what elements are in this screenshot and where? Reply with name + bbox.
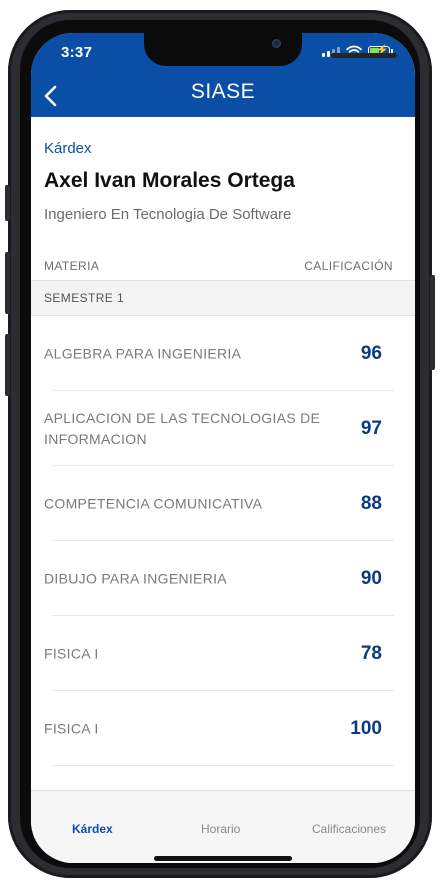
silent-switch <box>5 185 10 221</box>
column-header-subject: MATERIA <box>44 259 100 273</box>
grade-row[interactable]: FISICA I 100 <box>31 691 415 766</box>
camera-icon <box>272 39 281 48</box>
grade-value: 96 <box>360 342 382 364</box>
power-button <box>430 275 435 370</box>
subject-name: FISICA I <box>44 645 99 661</box>
subject-name: APLICACION DE LAS TECNOLOGIAS DE INFORMA… <box>44 409 321 447</box>
app-title: SIASE <box>190 80 256 103</box>
grade-row[interactable]: ALGEBRA PARA INGENIERIA 96 <box>31 316 415 391</box>
notch <box>144 33 397 66</box>
tab-horario[interactable]: Horario <box>201 822 240 836</box>
semester-header: SEMESTRE 1 <box>31 280 415 316</box>
volume-down-button <box>5 334 10 396</box>
speaker-grille <box>331 53 397 58</box>
grade-value: 88 <box>360 492 382 514</box>
semester-label: SEMESTRE 1 <box>44 291 125 305</box>
column-header-grade: CALIFICACIÓN <box>304 259 393 273</box>
grade-value: 100 <box>350 717 382 739</box>
grade-value: 78 <box>360 642 382 664</box>
grades-list: ALGEBRA PARA INGENIERIA 96 APLICACION DE… <box>31 316 415 766</box>
bottom-tab-bar: Kárdex Horario Calificaciones <box>31 790 415 863</box>
grade-row[interactable]: COMPETENCIA COMUNICATIVA 88 <box>31 466 415 541</box>
home-indicator[interactable] <box>154 856 292 861</box>
career-name: Ingeniero En Tecnologia De Software <box>44 206 292 223</box>
grade-row[interactable]: APLICACION DE LAS TECNOLOGIAS DE INFORMA… <box>31 391 415 466</box>
section-label: Kárdex <box>44 140 92 157</box>
grade-value: 97 <box>360 417 382 439</box>
subject-name: FISICA I <box>44 720 99 736</box>
volume-up-button <box>5 252 10 314</box>
kardex-content: Kárdex Axel Ivan Morales Ortega Ingenier… <box>31 117 415 790</box>
subject-name: DIBUJO PARA INGENIERIA <box>44 570 227 586</box>
grade-row[interactable]: DIBUJO PARA INGENIERIA 90 <box>31 541 415 616</box>
tab-kardex[interactable]: Kárdex <box>72 822 113 836</box>
tab-calificaciones[interactable]: Calificaciones <box>312 822 386 836</box>
row-divider <box>52 765 394 766</box>
screen: 3:37 ⚡ SIASE Kárdex Axel Ivan Morales Or… <box>31 33 415 863</box>
app-header: 3:37 ⚡ SIASE <box>31 33 415 117</box>
grade-value: 90 <box>360 567 382 589</box>
status-time: 3:37 <box>61 44 93 61</box>
grade-row[interactable]: FISICA I 78 <box>31 616 415 691</box>
subject-name: ALGEBRA PARA INGENIERIA <box>44 345 242 361</box>
subject-name: COMPETENCIA COMUNICATIVA <box>44 495 263 511</box>
student-name: Axel Ivan Morales Ortega <box>44 169 295 192</box>
